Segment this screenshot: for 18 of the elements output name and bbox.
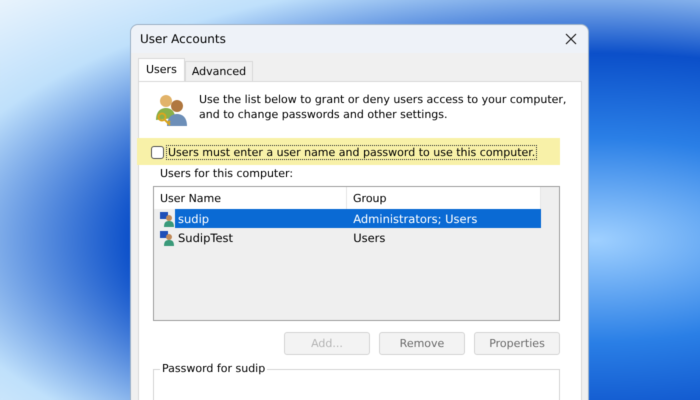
checkbox-label[interactable]: Users must enter a user name and password to use this computer. [167,146,536,159]
tab[interactable]: Users [138,58,185,81]
user-icon [159,210,175,226]
users-key-icon [153,92,189,128]
user-icon [159,230,175,246]
window-title: User Accounts [140,32,226,46]
user-group: Users [347,228,541,247]
checkbox[interactable] [151,146,164,159]
dialog-button[interactable]: Properties [474,332,560,355]
instruction-text: Use the list below to grant or deny users access to your computer, and to change passwords and other settings. [199,92,567,123]
close-icon[interactable] [564,32,578,46]
user-group: Administrators; Users [347,209,541,228]
user-name[interactable]: sudip [175,209,348,228]
group-title: Password for sudip [160,362,268,375]
list-label: Users for this computer: [159,167,294,180]
dialog-button[interactable]: Remove [379,332,465,355]
tab[interactable]: Advanced [184,61,254,81]
user-name[interactable]: SudipTest [175,228,348,247]
